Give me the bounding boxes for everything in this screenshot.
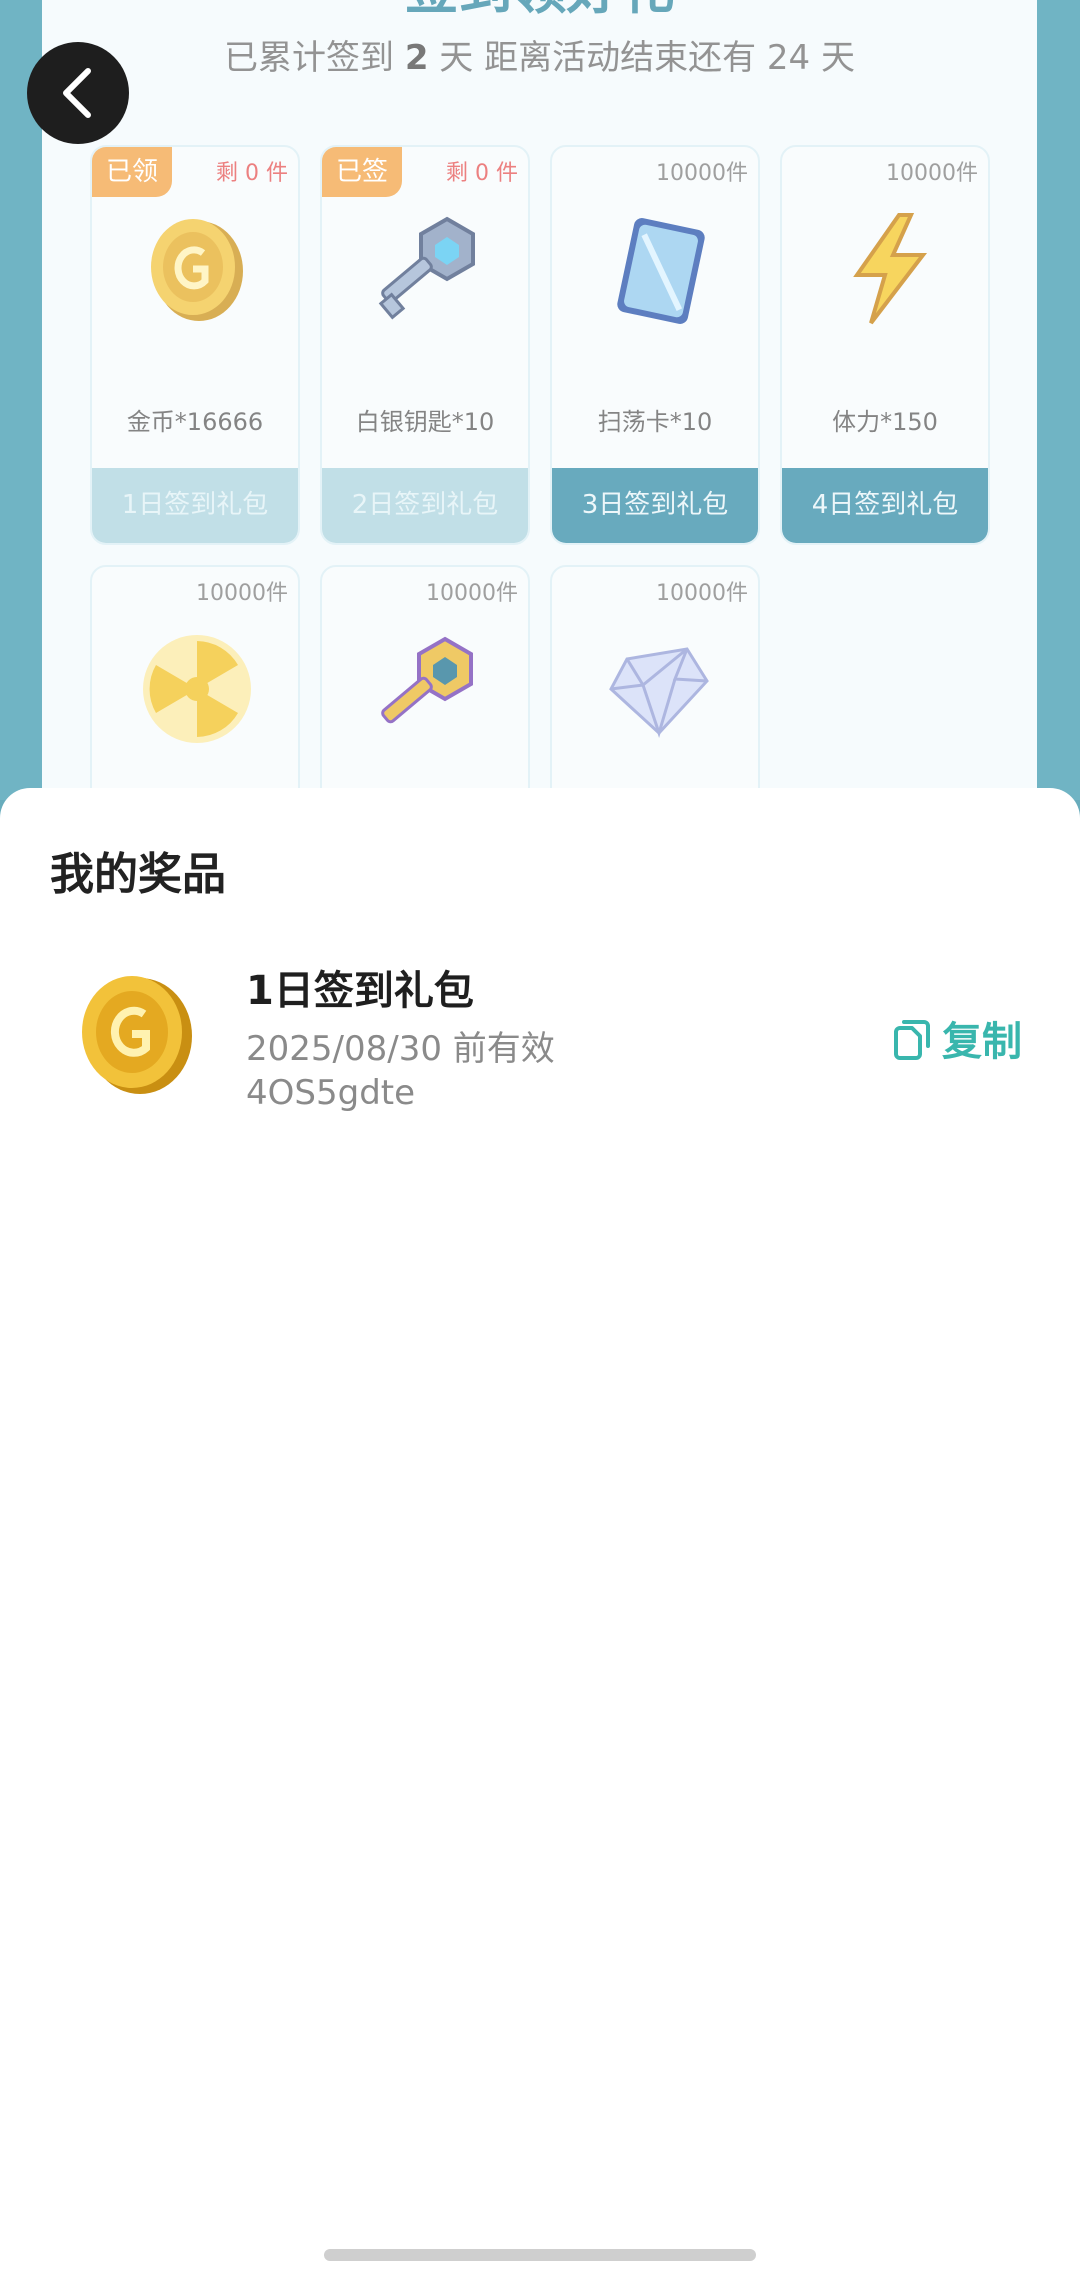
sheet-title: 我的奖品 — [50, 849, 226, 900]
back-icon — [63, 68, 91, 118]
back-button[interactable] — [27, 42, 129, 144]
copy-button[interactable]: 复制 — [890, 1008, 1022, 1068]
prize-name: 1日签到礼包 — [246, 968, 474, 1014]
prize-item: 1日签到礼包 2025/08/30 前有效 4OS5gdte 复制 — [0, 938, 1080, 1138]
copy-icon — [894, 1020, 930, 1060]
prize-code: 4OS5gdte — [246, 1073, 416, 1113]
my-prizes-sheet: 我的奖品 1日签到礼包 2025/08/30 前有效 4OS5gdte 复制 — [0, 788, 1080, 2282]
home-indicator[interactable] — [324, 2249, 756, 2261]
copy-label: 复制 — [942, 1019, 1022, 1065]
gold-coin-icon — [82, 976, 192, 1094]
prize-validity: 2025/08/30 前有效 — [246, 1029, 555, 1069]
